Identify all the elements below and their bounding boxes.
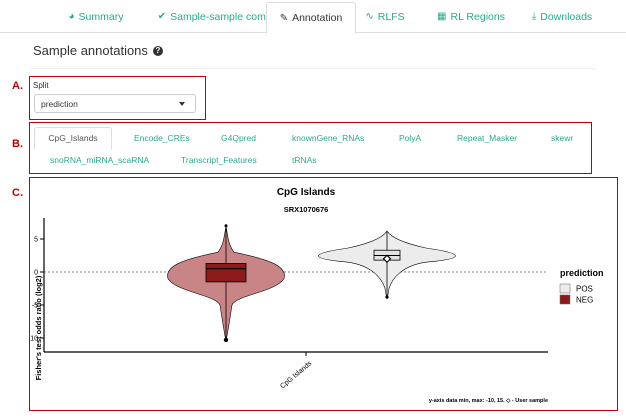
- help-icon[interactable]: ?: [152, 45, 163, 56]
- annotation-tabs-panel: CpG_Islands Encode_CREs G4Qpred knownGen…: [29, 122, 592, 174]
- tab-skewr[interactable]: skewr: [551, 133, 573, 143]
- y-tick-label: -5: [32, 303, 38, 310]
- split-label: Split: [33, 81, 49, 90]
- box-neg: [205, 263, 247, 283]
- tab-label: RLFS: [377, 10, 405, 23]
- map-icon: ▦: [437, 11, 447, 22]
- chart-subtitle: SRX1070676: [284, 205, 329, 214]
- tab-trnas[interactable]: tRNAs: [292, 155, 317, 165]
- y-tick-label: -10: [30, 336, 38, 343]
- tab-encode-cres[interactable]: Encode_CREs: [134, 133, 190, 143]
- outlier-point: [223, 337, 229, 343]
- section-letter-a: A.: [12, 80, 23, 92]
- tab-rlfs[interactable]: ∿ RLFS: [360, 2, 410, 31]
- paint-brush-icon: ✎: [279, 12, 289, 24]
- double-check-icon: ✔: [157, 11, 167, 22]
- legend-swatch-pos: [559, 283, 571, 294]
- x-tick-label: CpG Islands: [279, 360, 313, 390]
- y-tick-label: 0: [34, 270, 38, 277]
- divider: [30, 68, 596, 69]
- tab-knowngene-rnas[interactable]: knownGene_RNAs: [292, 133, 364, 143]
- outlier-point: [224, 224, 228, 228]
- split-panel: Split prediction: [29, 76, 206, 120]
- pie-chart-icon: ◕: [68, 11, 75, 22]
- split-select-value: prediction: [41, 98, 78, 109]
- chart-panel: CpG Islands SRX1070676 Fisher's test odd…: [28, 177, 618, 411]
- tab-label: Summary: [78, 10, 124, 23]
- section-letter-c: C.: [12, 187, 23, 199]
- tab-label: Annotation: [292, 12, 343, 24]
- tab-cpg-islands[interactable]: CpG_Islands: [34, 127, 112, 150]
- violin-chart: CpG Islands SRX1070676 Fisher's test odd…: [28, 187, 604, 404]
- tab-label: RL Regions: [450, 10, 505, 23]
- legend-label-neg: NEG: [576, 296, 593, 305]
- tab-snorna-mirna-scarna[interactable]: snoRNA_miRNA_scaRNA: [50, 155, 149, 165]
- split-select[interactable]: prediction: [34, 94, 196, 113]
- tab-annotation[interactable]: ✎ Annotation: [266, 2, 356, 34]
- y-axis-label: Fisher's test odds ratio (log2): [34, 275, 43, 380]
- page-title: Sample annotations ?: [33, 43, 163, 58]
- chevron-down-icon: [179, 102, 185, 106]
- download-icon: ⤓: [531, 11, 537, 22]
- plot-layer: 5 0 -5 -10 CpG Islands POS NEG: [28, 224, 593, 390]
- tab-downloads[interactable]: ⤓ Downloads: [530, 2, 594, 31]
- wave-icon: ∿: [365, 11, 374, 22]
- legend-title: prediction: [560, 268, 604, 278]
- tab-polya[interactable]: PolyA: [399, 133, 421, 143]
- tab-rl-regions[interactable]: ▦ RL Regions: [432, 2, 510, 31]
- tab-repeat-masker[interactable]: Repeat_Masker: [457, 133, 517, 143]
- outlier-point: [385, 295, 389, 299]
- chart-title: CpG Islands: [277, 187, 336, 198]
- footnote: y-axis data min, max: -10, 15. ◇ - User …: [429, 397, 548, 404]
- tab-g4qpred[interactable]: G4Qpred: [221, 133, 256, 143]
- main-tabs: ◕ Summary ✔ Sample-sample comparison ✎ A…: [0, 0, 626, 34]
- y-tick-label: 5: [34, 237, 38, 244]
- legend-swatch-neg: [559, 294, 571, 305]
- tab-summary[interactable]: ◕ Summary: [50, 2, 142, 31]
- tab-label: Downloads: [540, 10, 593, 23]
- legend-label-pos: POS: [576, 285, 593, 294]
- page-title-text: Sample annotations: [33, 43, 148, 58]
- tab-transcript-features[interactable]: Transcript_Features: [181, 155, 257, 165]
- section-letter-b: B.: [12, 138, 23, 150]
